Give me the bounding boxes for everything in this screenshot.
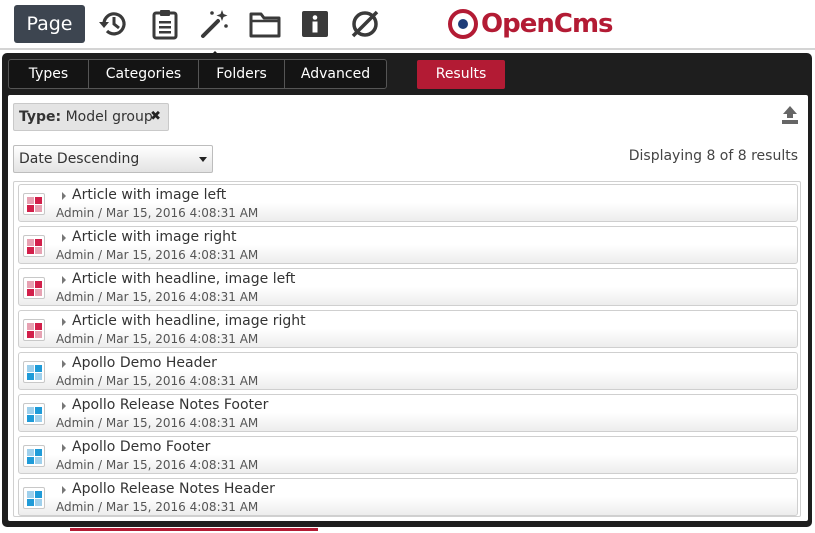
filter-key: Type:	[19, 109, 62, 125]
tab-advanced[interactable]: Advanced	[284, 59, 387, 89]
result-list: Article with image left Admin / Mar 15, 2…	[13, 181, 801, 517]
eye-off-icon[interactable]	[348, 7, 382, 41]
result-meta: Admin / Mar 15, 2016 4:08:31 AM	[56, 374, 259, 388]
info-icon[interactable]	[298, 7, 332, 41]
model-group-icon-blue	[23, 403, 45, 425]
result-item[interactable]: Apollo Demo Header Admin / Mar 15, 2016 4…	[18, 352, 798, 390]
expand-arrow-icon[interactable]	[62, 318, 66, 326]
expand-arrow-icon[interactable]	[62, 276, 66, 284]
page-button[interactable]: Page	[14, 5, 85, 43]
expand-arrow-icon[interactable]	[62, 486, 66, 494]
expand-arrow-icon[interactable]	[62, 402, 66, 410]
expand-arrow-icon[interactable]	[62, 192, 66, 200]
filter-value: Model group	[65, 109, 153, 125]
expand-arrow-icon[interactable]	[62, 360, 66, 368]
upload-icon[interactable]	[780, 105, 800, 125]
toolbar: Page OpenCms	[0, 0, 815, 61]
result-item[interactable]: Apollo Release Notes Footer Admin / Mar 1…	[18, 394, 798, 432]
result-item[interactable]: Article with image left Admin / Mar 15, 2…	[18, 184, 798, 222]
result-item[interactable]: Apollo Release Notes Header Admin / Mar 1…	[18, 478, 798, 516]
result-meta: Admin / Mar 15, 2016 4:08:31 AM	[56, 332, 259, 346]
model-group-icon-blue	[23, 445, 45, 467]
result-item[interactable]: Article with headline, image left Admin /…	[18, 268, 798, 306]
folder-icon[interactable]	[248, 7, 282, 41]
chevron-down-icon	[199, 157, 207, 162]
tab-results[interactable]: Results	[417, 60, 505, 89]
result-count: Displaying 8 of 8 results	[628, 148, 798, 164]
result-title: Apollo Demo Header	[72, 355, 217, 371]
results-panel: Type: Model group ✖ Date Descending Disp…	[8, 95, 808, 521]
tab-categories[interactable]: Categories	[88, 59, 199, 89]
model-group-icon-red	[23, 319, 45, 341]
remove-filter-icon[interactable]: ✖	[150, 104, 161, 130]
model-group-icon-blue	[23, 361, 45, 383]
result-item[interactable]: Article with image right Admin / Mar 15, …	[18, 226, 798, 264]
result-title: Article with image right	[72, 229, 237, 245]
page-accent-line	[70, 528, 318, 531]
result-title: Apollo Release Notes Header	[72, 481, 275, 497]
result-meta: Admin / Mar 15, 2016 4:08:31 AM	[56, 248, 259, 262]
model-group-icon-red	[23, 193, 45, 215]
result-meta: Admin / Mar 15, 2016 4:08:31 AM	[56, 290, 259, 304]
tab-types[interactable]: Types	[8, 59, 89, 89]
logo-text: OpenCms	[481, 9, 614, 39]
logo-mark-icon	[448, 9, 478, 39]
magic-wand-icon[interactable]	[197, 7, 231, 61]
sort-select[interactable]: Date Descending	[13, 145, 213, 173]
model-group-icon-red	[23, 277, 45, 299]
expand-arrow-icon[interactable]	[62, 234, 66, 242]
result-meta: Admin / Mar 15, 2016 4:08:31 AM	[56, 458, 259, 472]
toolbar-divider	[0, 48, 815, 50]
result-meta: Admin / Mar 15, 2016 4:08:31 AM	[56, 500, 259, 514]
result-title: Article with headline, image left	[72, 271, 296, 287]
gallery-dialog: Types Categories Folders Advanced Result…	[2, 53, 812, 527]
opencms-logo: OpenCms	[447, 6, 614, 42]
history-icon[interactable]	[97, 7, 131, 41]
result-meta: Admin / Mar 15, 2016 4:08:31 AM	[56, 416, 259, 430]
result-title: Article with headline, image right	[72, 313, 306, 329]
sort-selected-value: Date Descending	[19, 151, 140, 167]
tab-folders[interactable]: Folders	[198, 59, 285, 89]
result-meta: Admin / Mar 15, 2016 4:08:31 AM	[56, 206, 259, 220]
clipboard-icon[interactable]	[148, 7, 182, 41]
result-item[interactable]: Article with headline, image right Admin …	[18, 310, 798, 348]
model-group-icon-blue	[23, 487, 45, 509]
model-group-icon-red	[23, 235, 45, 257]
result-title: Article with image left	[72, 187, 227, 203]
type-filter-chip: Type: Model group ✖	[13, 103, 169, 131]
result-title: Apollo Demo Footer	[72, 439, 211, 455]
result-title: Apollo Release Notes Footer	[72, 397, 269, 413]
result-item[interactable]: Apollo Demo Footer Admin / Mar 15, 2016 4…	[18, 436, 798, 474]
gallery-tabs: Types Categories Folders Advanced	[8, 59, 387, 89]
expand-arrow-icon[interactable]	[62, 444, 66, 452]
